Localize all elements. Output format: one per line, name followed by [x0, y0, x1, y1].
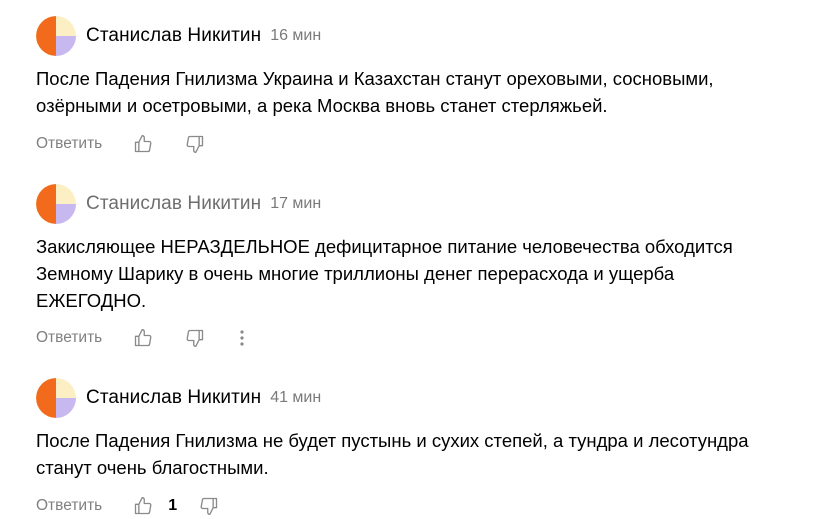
- thumbs-down-icon: [186, 135, 204, 153]
- author-name[interactable]: Станислав Никитин: [86, 193, 261, 215]
- comment: Станислав Никитин 41 мин После Падения Г…: [36, 378, 816, 518]
- comment-time: 16 мин: [270, 27, 322, 44]
- avatar[interactable]: [36, 378, 76, 418]
- comment-header: Станислав Никитин 17 мин: [36, 184, 816, 224]
- reply-button[interactable]: Ответить: [36, 135, 102, 153]
- reply-button[interactable]: Ответить: [36, 329, 102, 347]
- reply-button[interactable]: Ответить: [36, 497, 102, 515]
- thumbs-down-icon: [186, 329, 204, 347]
- avatar[interactable]: [36, 16, 76, 56]
- comment-actions: Ответить 1: [36, 494, 816, 518]
- author-name[interactable]: Станислав Никитин: [86, 387, 261, 409]
- like-button[interactable]: [131, 132, 155, 156]
- thumbs-up-icon: [135, 497, 152, 515]
- avatar[interactable]: [36, 184, 76, 224]
- comment-header: Станислав Никитин 16 мин: [36, 16, 816, 56]
- likes-count: 1: [168, 497, 178, 514]
- thumbs-up-icon: [135, 135, 152, 153]
- comment: Станислав Никитин 16 мин После Падения Г…: [36, 16, 816, 156]
- thumbs-down-icon: [200, 497, 218, 515]
- comment-header: Станислав Никитин 41 мин: [36, 378, 816, 418]
- comment: Станислав Никитин 17 мин Закисляющее НЕР…: [36, 184, 816, 350]
- comment-text: После Падения Гнилизма не будет пустынь …: [36, 430, 749, 478]
- like-button[interactable]: [131, 326, 155, 350]
- thumbs-up-icon: [135, 329, 152, 347]
- comment-text: Закисляющее НЕРАЗДЕЛЬНОЕ дефицитарное пи…: [36, 236, 733, 311]
- like-button[interactable]: [131, 494, 155, 518]
- comment-actions: Ответить: [36, 132, 816, 156]
- more-options-button[interactable]: [230, 326, 254, 350]
- author-name[interactable]: Станислав Никитин: [86, 25, 261, 47]
- more-vertical-icon: [240, 330, 244, 346]
- comment-actions: Ответить: [36, 326, 816, 350]
- comment-text: После Падения Гнилизма Украина и Казахст…: [36, 68, 714, 116]
- comment-time: 17 мин: [270, 195, 322, 212]
- dislike-button[interactable]: [183, 132, 207, 156]
- dislike-button[interactable]: [197, 494, 221, 518]
- dislike-button[interactable]: [183, 326, 207, 350]
- comment-time: 41 мин: [270, 389, 322, 406]
